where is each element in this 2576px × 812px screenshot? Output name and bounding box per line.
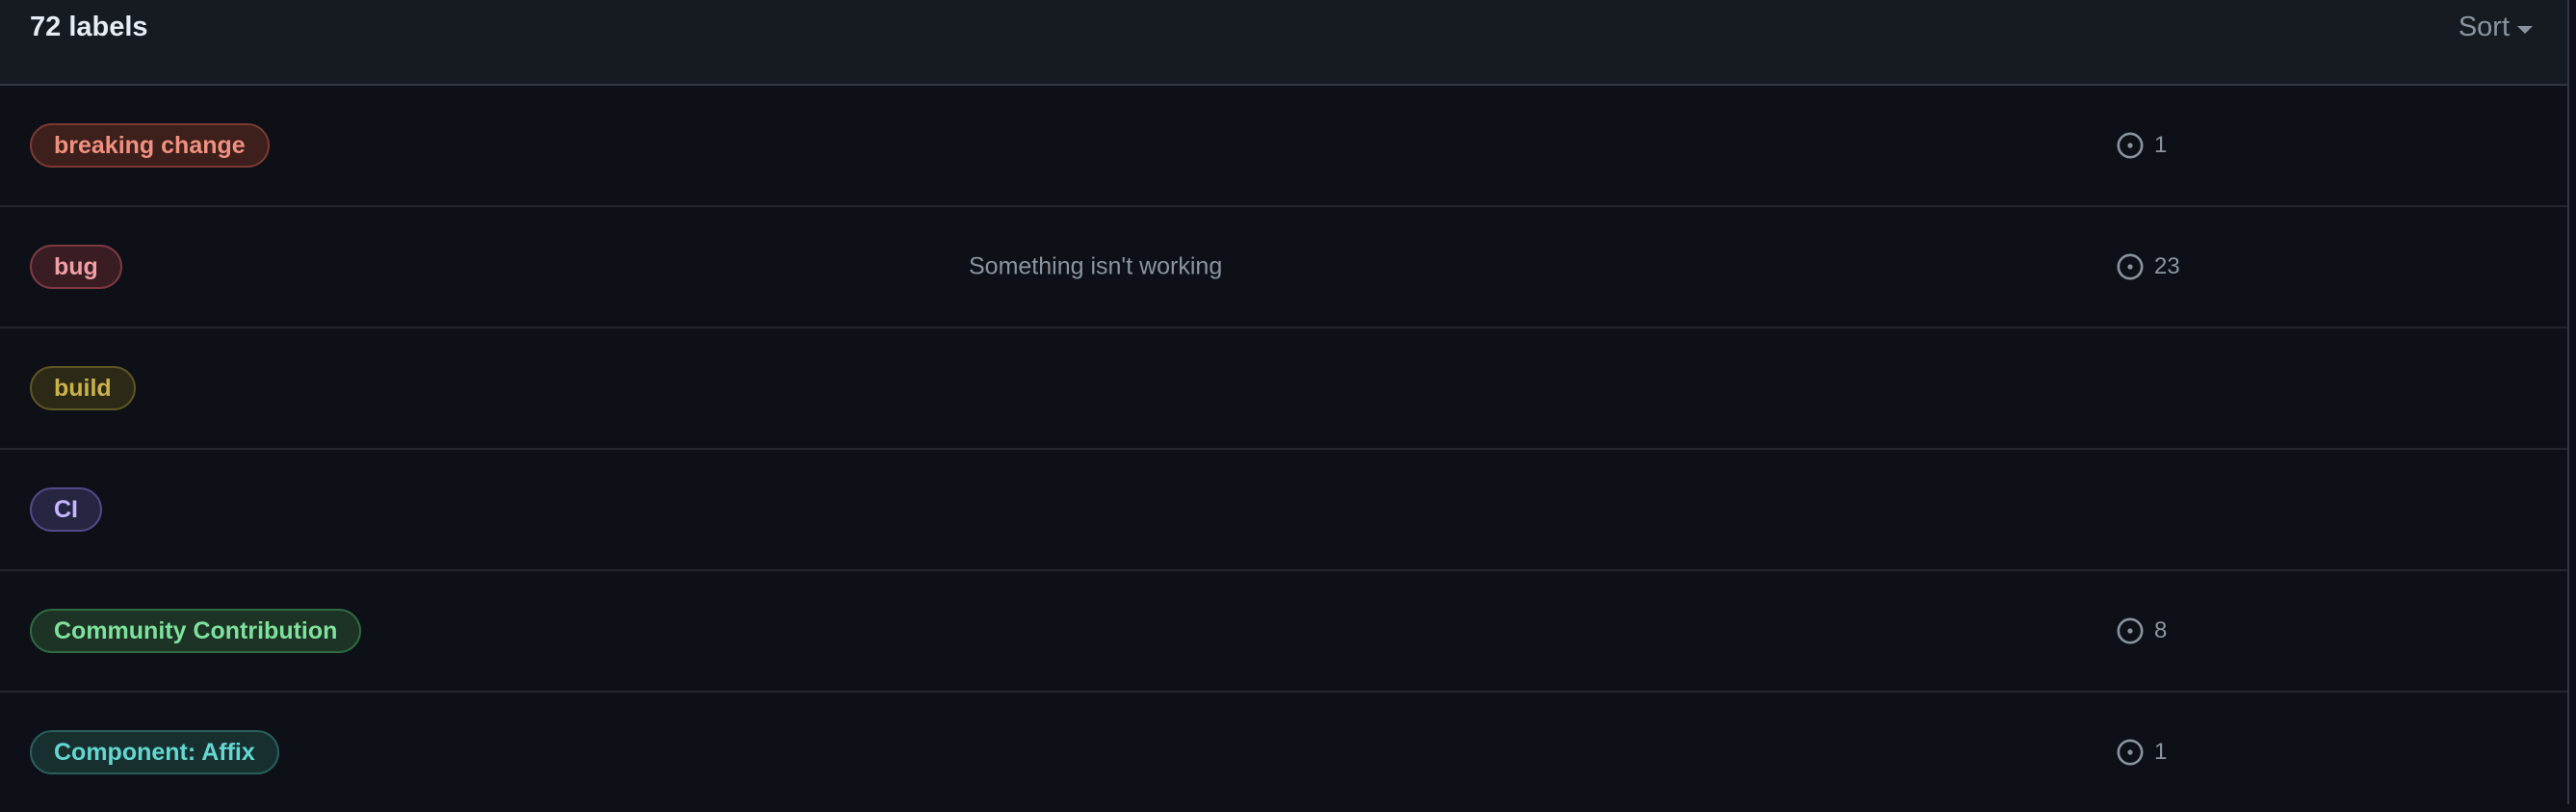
label-pill[interactable]: bug bbox=[30, 245, 122, 289]
labels-header: 72 labels Sort bbox=[0, 0, 2567, 86]
label-pill[interactable]: Community Contribution bbox=[30, 609, 362, 653]
issue-count: 23 bbox=[2154, 253, 2180, 279]
issue-open-icon bbox=[2117, 739, 2144, 766]
open-issues-link[interactable]: 23 bbox=[2116, 252, 2180, 281]
label-row: Community Contribution 8 bbox=[0, 571, 2567, 693]
labels-count: 72 labels bbox=[30, 12, 148, 42]
label-row: breaking change 1 bbox=[0, 86, 2567, 207]
open-issues-link[interactable]: 1 bbox=[2116, 131, 2167, 160]
label-pill[interactable]: Component: Affix bbox=[30, 730, 279, 774]
open-issues-link[interactable]: 1 bbox=[2116, 738, 2167, 767]
open-issues-link[interactable]: 8 bbox=[2116, 616, 2167, 645]
sort-label: Sort bbox=[2458, 12, 2510, 42]
issue-count: 8 bbox=[2154, 617, 2168, 643]
issue-count: 1 bbox=[2154, 132, 2168, 158]
labels-panel: 72 labels Sort breaking change 1 bug Som… bbox=[0, 0, 2569, 804]
label-row: CI bbox=[0, 450, 2567, 571]
label-pill[interactable]: build bbox=[30, 366, 136, 410]
issue-count: 1 bbox=[2154, 739, 2168, 765]
label-pill[interactable]: breaking change bbox=[30, 123, 270, 168]
sort-dropdown[interactable]: Sort bbox=[2459, 12, 2533, 43]
chevron-down-icon bbox=[2517, 25, 2533, 34]
label-description: Something isn't working bbox=[969, 252, 1223, 280]
label-row: Component: Affix 1 bbox=[0, 693, 2567, 812]
issue-open-icon bbox=[2117, 253, 2144, 280]
label-row: build bbox=[0, 328, 2567, 450]
issue-open-icon bbox=[2117, 132, 2144, 159]
label-pill[interactable]: CI bbox=[30, 487, 102, 532]
issue-open-icon bbox=[2117, 617, 2144, 644]
label-row: bug Something isn't working 23 bbox=[0, 207, 2567, 328]
